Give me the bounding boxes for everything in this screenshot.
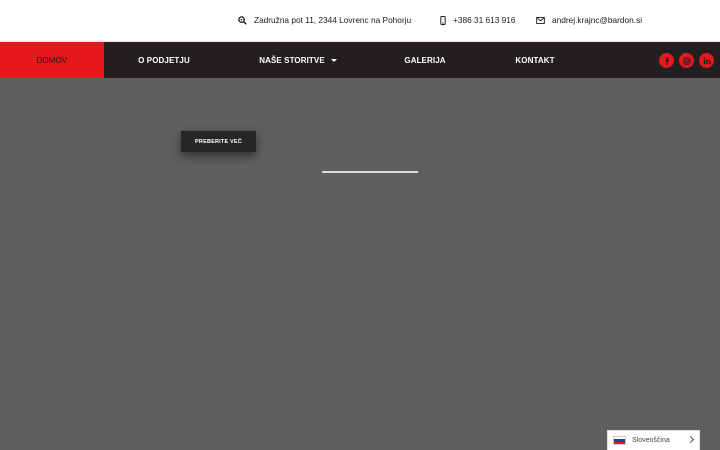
mobile-phone-icon bbox=[440, 15, 446, 25]
email-item[interactable]: andrej.krajnc@bardon.si bbox=[536, 15, 642, 25]
main-navigation: DOMOV O PODJETJU NAŠE STORITVE GALERIJA … bbox=[0, 42, 720, 78]
nav-item-label: DOMOV bbox=[36, 55, 68, 65]
nav-item-nase-storitve[interactable]: NAŠE STORITVE bbox=[248, 42, 348, 78]
nav-item-label: KONTAKT bbox=[515, 55, 555, 65]
read-more-label: PREBERITE VEČ bbox=[195, 138, 242, 145]
instagram-icon[interactable] bbox=[679, 53, 694, 68]
phone-text: +386 31 613 916 bbox=[453, 15, 516, 25]
email-text: andrej.krajnc@bardon.si bbox=[552, 15, 643, 25]
search-location-icon bbox=[238, 15, 247, 25]
caret-down-icon bbox=[330, 58, 337, 62]
hero-divider bbox=[322, 171, 418, 173]
envelope-icon bbox=[536, 16, 545, 24]
slovenia-flag-icon bbox=[613, 436, 626, 445]
language-label: Slovenščina bbox=[632, 437, 670, 444]
nav-item-o-podjetju[interactable]: O PODJETJU bbox=[118, 42, 210, 78]
nav-item-galerija[interactable]: GALERIJA bbox=[390, 42, 460, 78]
nav-item-domov[interactable]: DOMOV bbox=[0, 42, 104, 78]
linkedin-icon[interactable] bbox=[699, 53, 714, 68]
nav-item-kontakt[interactable]: KONTAKT bbox=[500, 42, 570, 78]
nav-item-label: GALERIJA bbox=[404, 55, 446, 65]
read-more-button[interactable]: PREBERITE VEČ bbox=[181, 131, 256, 152]
chevron-right-icon bbox=[686, 435, 695, 444]
address-text: Zadružna pot 11, 2344 Lovrenc na Pohorju bbox=[254, 15, 412, 25]
phone-item[interactable]: +386 31 613 916 bbox=[440, 15, 516, 25]
nav-item-label: NAŠE STORITVE bbox=[259, 55, 325, 65]
facebook-icon[interactable] bbox=[659, 53, 674, 68]
nav-item-label: O PODJETJU bbox=[138, 55, 190, 65]
top-contact-bar: Zadružna pot 11, 2344 Lovrenc na Pohorju… bbox=[0, 0, 720, 42]
address-item[interactable]: Zadružna pot 11, 2344 Lovrenc na Pohorju bbox=[238, 15, 411, 25]
language-switcher[interactable]: Slovenščina bbox=[607, 430, 700, 450]
